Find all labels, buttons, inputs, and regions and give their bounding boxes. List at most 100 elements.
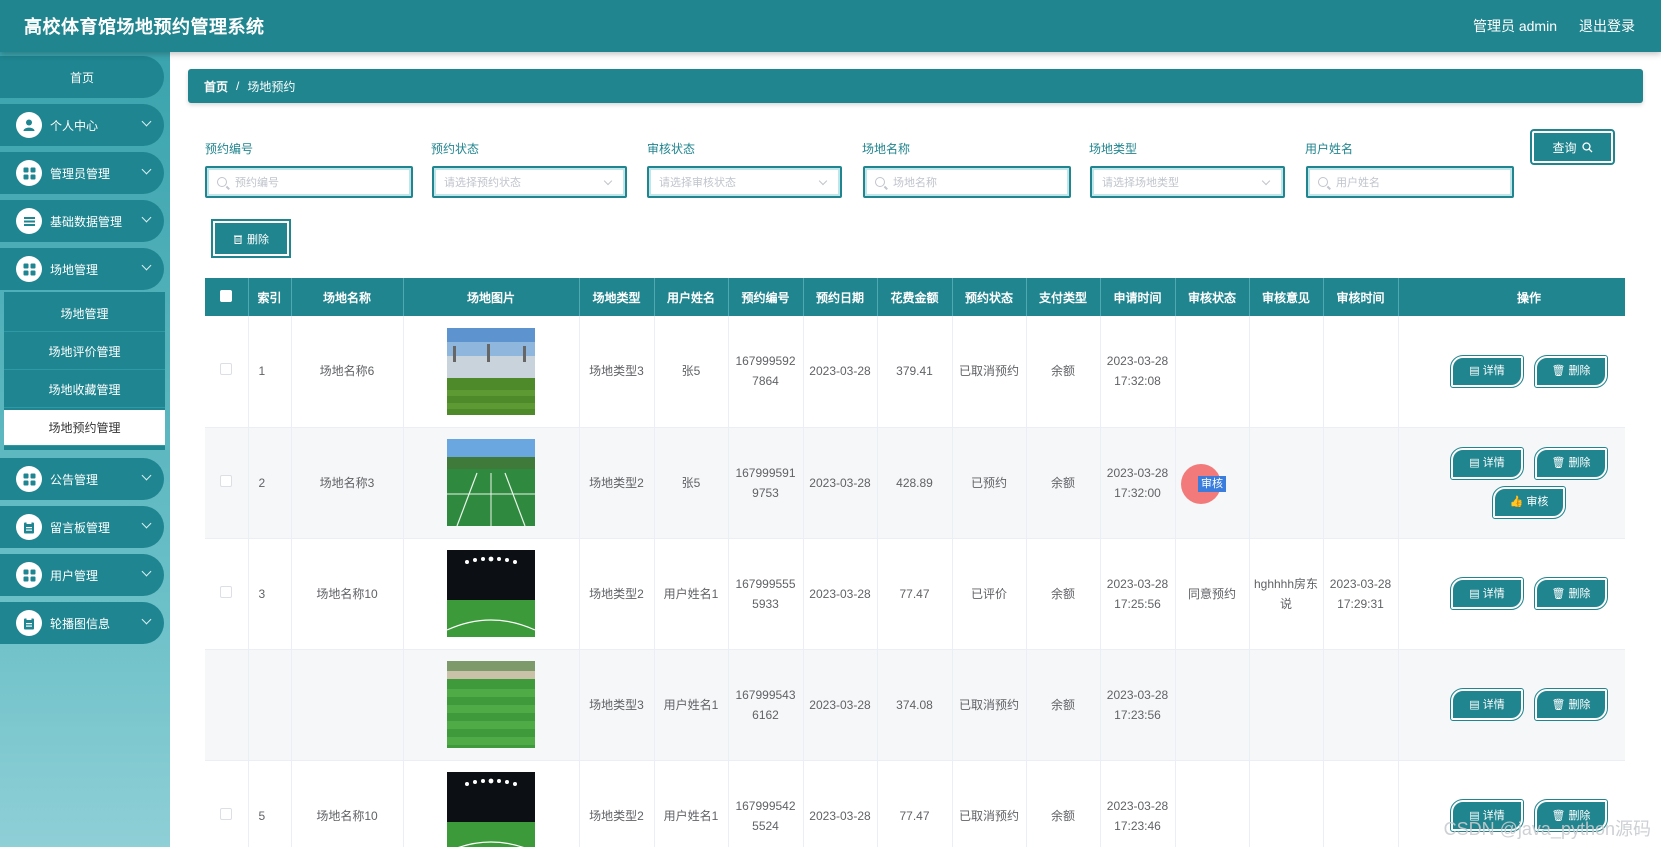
delete-button[interactable]: 🗑 删除 xyxy=(1534,446,1608,480)
detail-label: 详情 xyxy=(1482,698,1505,711)
select-audit-status[interactable]: 请选择审核状态 xyxy=(647,166,842,198)
select-venue-type[interactable]: 请选择场地类型 xyxy=(1090,166,1285,198)
table-header-row: 索引 场地名称 场地图片 场地类型 用户姓名 预约编号 预约日期 花费金额 预约… xyxy=(205,278,1625,316)
column-header: 预约编号 xyxy=(728,278,804,316)
cell-venue-type: 场地类型2 xyxy=(579,538,655,650)
delete-button[interactable]: 🗑 删除 xyxy=(1534,577,1608,610)
search-label-user-name: 用户姓名 xyxy=(1305,142,1354,156)
cell-booking-status: 已取消预约 xyxy=(952,316,1027,428)
row-checkbox[interactable] xyxy=(205,538,249,650)
cell-index: 2 xyxy=(248,427,292,539)
cell-amount: 428.89 xyxy=(877,427,953,539)
cell-booking-status: 已取消预约 xyxy=(952,760,1027,847)
cell-booking-no: 1679995436162 xyxy=(728,649,804,761)
batch-delete-button[interactable]: 删除 xyxy=(211,219,291,258)
sidebar-item-label: 轮播图信息 xyxy=(50,616,111,631)
breadcrumb: 首页 / 场地预约 xyxy=(188,69,1643,103)
row-checkbox[interactable] xyxy=(205,427,249,539)
submenu-item-venue-booking[interactable]: 场地预约管理 xyxy=(4,410,165,446)
cell-audit-status xyxy=(1175,316,1250,428)
row-checkbox[interactable] xyxy=(205,649,249,761)
chevron-down-icon xyxy=(141,164,152,175)
detail-button[interactable]: ▤ 详情 xyxy=(1450,577,1524,610)
select-booking-status[interactable]: 请选择预约状态 xyxy=(432,166,627,198)
search-input-booking-no[interactable]: 预约编号 xyxy=(205,166,413,198)
sidebar-item-notice[interactable]: 公告管理 xyxy=(0,458,164,500)
column-header: 操作 xyxy=(1398,278,1625,316)
submenu-item-venue[interactable]: 场地管理 xyxy=(4,296,165,332)
detail-button[interactable]: ▤ 详情 xyxy=(1450,446,1524,480)
cell-booking-status: 已取消预约 xyxy=(952,649,1027,761)
sidebar-item-label: 留言板管理 xyxy=(50,520,111,535)
search-icon xyxy=(875,177,885,187)
user-icon xyxy=(16,112,42,138)
sidebar-item-label: 用户管理 xyxy=(50,568,99,583)
list-icon xyxy=(16,208,42,234)
cell-index: 1 xyxy=(248,316,292,428)
sidebar-item-personal-center[interactable]: 个人中心 xyxy=(0,104,164,146)
cell-booking-status: 已评价 xyxy=(952,538,1027,650)
cell-actions: ▤ 详情 🗑 删除 👍 审核 xyxy=(1398,427,1625,539)
logout-link[interactable]: 退出登录 xyxy=(1579,16,1635,36)
cell-audit-time xyxy=(1323,760,1399,847)
query-button[interactable]: 查询 xyxy=(1530,129,1615,165)
submenu-item-venue-review[interactable]: 场地评价管理 xyxy=(4,334,165,370)
sidebar-item-venue-management[interactable]: 场地管理 xyxy=(0,248,164,290)
sidebar-item-basic-data[interactable]: 基础数据管理 xyxy=(0,200,164,242)
cell-apply-time: 2023-03-28 17:25:56 xyxy=(1100,538,1176,650)
row-checkbox[interactable] xyxy=(205,316,249,428)
delete-button[interactable]: 🗑 删除 xyxy=(1534,354,1608,388)
search-label-booking-status: 预约状态 xyxy=(431,142,480,156)
sidebar-item-label: 个人中心 xyxy=(50,118,99,133)
trash-icon: 🗑 xyxy=(1551,365,1566,378)
booking-table-container: 索引 场地名称 场地图片 场地类型 用户姓名 预约编号 预约日期 花费金额 预约… xyxy=(205,278,1625,847)
app-title: 高校体育馆场地预约管理系统 xyxy=(24,17,265,37)
cell-booking-date: 2023-03-28 xyxy=(803,760,878,847)
admin-user-label[interactable]: 管理员 admin xyxy=(1473,16,1557,36)
cell-user-name: 用户姓名1 xyxy=(654,649,729,761)
column-header: 场地名称 xyxy=(291,278,404,316)
search-placeholder: 场地名称 xyxy=(893,177,937,189)
delete-button[interactable]: 🗑 删除 xyxy=(1534,688,1608,721)
cell-user-name: 用户姓名1 xyxy=(654,538,729,650)
cell-venue-name: 场地名称10 xyxy=(291,760,404,847)
clipboard-icon xyxy=(16,610,42,636)
sidebar-item-user-management[interactable]: 用户管理 xyxy=(0,554,164,596)
detail-label: 详情 xyxy=(1482,587,1505,600)
search-input-user-name[interactable]: 用户姓名 xyxy=(1306,166,1514,198)
cell-audit-status: 审核 xyxy=(1175,427,1250,539)
search-icon xyxy=(1581,141,1592,152)
sidebar-item-message-board[interactable]: 留言板管理 xyxy=(0,506,164,548)
cell-index xyxy=(248,649,292,761)
grid-icon xyxy=(16,562,42,588)
search-label-booking-no: 预约编号 xyxy=(205,142,254,156)
breadcrumb-home[interactable]: 首页 xyxy=(204,78,228,95)
sidebar-item-admin-management[interactable]: 管理员管理 xyxy=(0,152,164,194)
trash-icon: 🗑 xyxy=(1551,587,1566,600)
search-icon xyxy=(1318,177,1328,187)
select-placeholder: 请选择场地类型 xyxy=(1102,177,1179,189)
query-button-label: 查询 xyxy=(1552,140,1577,155)
sidebar-item-label: 管理员管理 xyxy=(50,166,111,181)
search-input-venue-name[interactable]: 场地名称 xyxy=(863,166,1071,198)
select-all-checkbox[interactable] xyxy=(205,278,249,316)
detail-button[interactable]: ▤ 详情 xyxy=(1450,354,1524,388)
breadcrumb-current: 场地预约 xyxy=(247,79,296,94)
cell-audit-status: 同意预约 xyxy=(1175,538,1250,650)
search-label-venue-type: 场地类型 xyxy=(1089,142,1138,156)
cell-amount: 374.08 xyxy=(877,649,953,761)
sidebar-item-label: 公告管理 xyxy=(50,472,99,487)
sidebar-item-home[interactable]: 首页 xyxy=(0,56,164,98)
document-icon: ▤ xyxy=(1469,698,1480,711)
sidebar: 首页 个人中心 管理员管理 基础数据管理 场地管理 场地管理 场地评价管理 场地… xyxy=(0,52,170,847)
cell-audit-time xyxy=(1323,649,1399,761)
cell-apply-time: 2023-03-28 17:32:00 xyxy=(1100,427,1176,539)
column-header: 场地图片 xyxy=(403,278,580,316)
submenu-item-venue-favorite[interactable]: 场地收藏管理 xyxy=(4,372,165,408)
detail-button[interactable]: ▤ 详情 xyxy=(1450,688,1524,721)
audit-button[interactable]: 👍 审核 xyxy=(1492,485,1566,519)
sidebar-item-carousel[interactable]: 轮播图信息 xyxy=(0,602,164,644)
cell-venue-photo xyxy=(403,649,580,761)
column-header: 索引 xyxy=(248,278,292,316)
row-checkbox[interactable] xyxy=(205,760,249,847)
